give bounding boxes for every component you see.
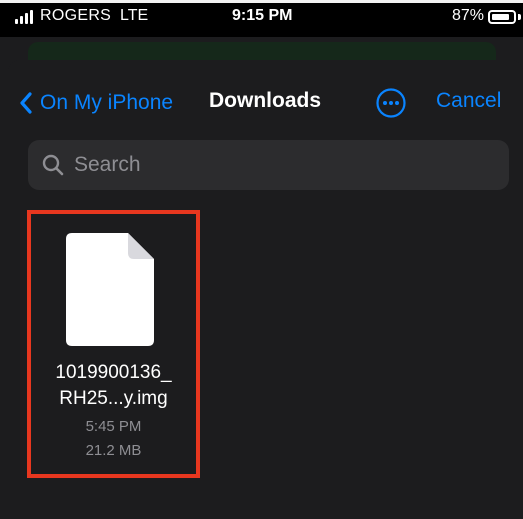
- battery-cap: [518, 14, 521, 20]
- search-bar[interactable]: [28, 140, 509, 190]
- status-time: 9:15 PM: [232, 7, 293, 24]
- cancel-button[interactable]: Cancel: [436, 89, 501, 113]
- file-picker-sheet: On My iPhone Downloads Cancel 1019900136…: [8, 60, 523, 519]
- page-title: Downloads: [209, 89, 322, 112]
- chevron-left-icon: [20, 92, 32, 114]
- battery-percent: 87%: [452, 7, 485, 24]
- network-type: LTE: [120, 7, 149, 24]
- battery-fill: [492, 14, 509, 20]
- battery-icon: [488, 10, 516, 24]
- back-button[interactable]: On My iPhone: [18, 88, 173, 118]
- highlight-box: [27, 210, 200, 478]
- status-bar: ROGERS LTE 9:15 PM 87%: [0, 3, 523, 37]
- search-input[interactable]: [72, 152, 496, 178]
- search-icon: [42, 154, 64, 176]
- signal-strength-icon: [15, 10, 37, 24]
- carrier-name: ROGERS: [40, 7, 112, 24]
- more-options-icon[interactable]: [375, 87, 407, 119]
- navigation-bar: On My iPhone Downloads Cancel: [8, 60, 523, 140]
- back-button-label: On My iPhone: [40, 91, 174, 114]
